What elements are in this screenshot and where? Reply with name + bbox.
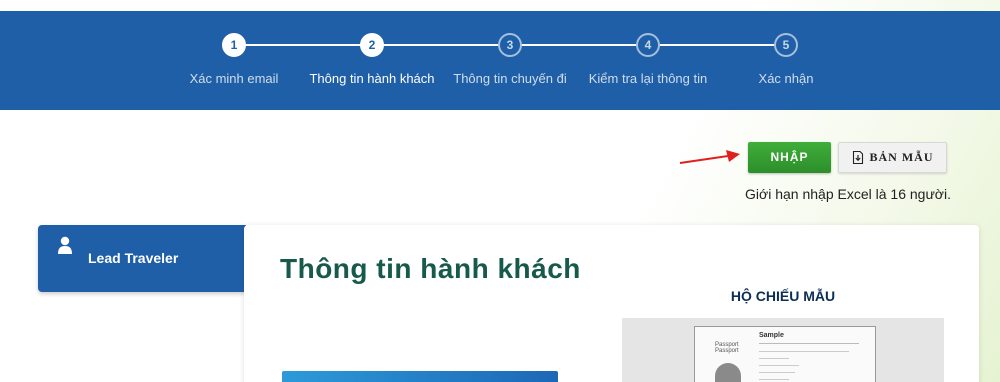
step-number: 2 [360,33,384,57]
step-number: 5 [774,33,798,57]
step-label: Xác nhận [758,71,814,86]
passport-rule [759,372,795,373]
passport-rule [759,358,789,359]
step-connector [509,44,647,46]
excel-limit-note: Giới hạn nhập Excel là 16 người. [745,186,951,202]
step-number: 3 [498,33,522,57]
passport-sample-word: Sample [759,332,784,339]
sample-passport-heading: HỘ CHIẾU MẪU [730,288,836,304]
lead-traveler-tab[interactable]: Lead Traveler [38,225,246,292]
passenger-info-card: Thông tin hành khách HỘ CHIẾU MẪU Sample… [244,225,979,382]
passport-document: Sample Passport Passport [694,326,876,382]
sample-passport-image: Sample Passport Passport [622,318,944,382]
passport-rule [759,365,799,366]
step-connector [233,44,371,46]
step-number: 4 [636,33,660,57]
pointer-arrow-icon [679,150,740,164]
action-bar-button[interactable] [282,371,558,382]
step-connector [647,44,785,46]
download-template-button[interactable]: BẢN MẪU [838,142,947,173]
passport-line: Passport [715,348,739,354]
passport-photo [715,363,741,382]
user-icon [58,236,72,254]
lead-traveler-label: Lead Traveler [88,250,179,266]
progress-stepper: 1 Xác minh email 2 Thông tin hành khách … [0,11,1000,110]
passport-rule [759,343,859,344]
passport-rule [759,351,849,352]
passport-rule [759,379,789,380]
step-connector [371,44,509,46]
import-button[interactable]: NHẬP [748,142,831,173]
page-title: Thông tin hành khách [280,253,581,284]
template-button-label: BẢN MẪU [869,150,934,164]
step-number: 1 [222,33,246,57]
download-file-icon [852,151,863,164]
